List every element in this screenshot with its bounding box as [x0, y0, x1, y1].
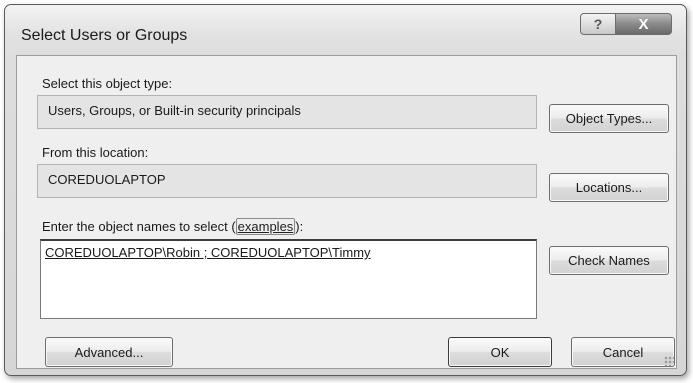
locations-button[interactable]: Locations...: [549, 173, 669, 202]
object-names-label: Enter the object names to select (exampl…: [42, 218, 304, 235]
object-types-button[interactable]: Object Types...: [549, 104, 669, 133]
close-button[interactable]: X: [616, 13, 672, 35]
examples-link[interactable]: examples: [235, 218, 296, 235]
cancel-button[interactable]: Cancel: [571, 337, 675, 367]
select-users-dialog: Select Users or Groups ? X Select this o…: [4, 4, 687, 376]
location-label: From this location:: [42, 145, 149, 160]
title-bar-controls: ? X: [580, 13, 672, 35]
help-button[interactable]: ?: [580, 13, 616, 35]
object-names-value: COREDUOLAPTOP\Robin ; COREDUOLAPTOP\Timm…: [45, 245, 371, 260]
advanced-button[interactable]: Advanced...: [45, 337, 173, 367]
close-icon: X: [638, 15, 649, 33]
ok-button[interactable]: OK: [448, 337, 552, 367]
object-names-label-prefix: Enter the object names to select (: [42, 219, 236, 234]
object-type-field: Users, Groups, or Built-in security prin…: [37, 95, 537, 129]
help-icon: ?: [593, 16, 603, 32]
dialog-title: Select Users or Groups: [21, 27, 188, 44]
object-names-label-suffix: ):: [295, 219, 304, 234]
object-names-input[interactable]: COREDUOLAPTOP\Robin ; COREDUOLAPTOP\Timm…: [40, 239, 537, 319]
dialog-client-area: Select this object type: Users, Groups, …: [16, 55, 677, 369]
resize-grip-icon[interactable]: [664, 356, 674, 366]
check-names-button[interactable]: Check Names: [549, 246, 669, 275]
location-field: COREDUOLAPTOP: [37, 164, 537, 198]
object-type-label: Select this object type:: [42, 76, 173, 91]
